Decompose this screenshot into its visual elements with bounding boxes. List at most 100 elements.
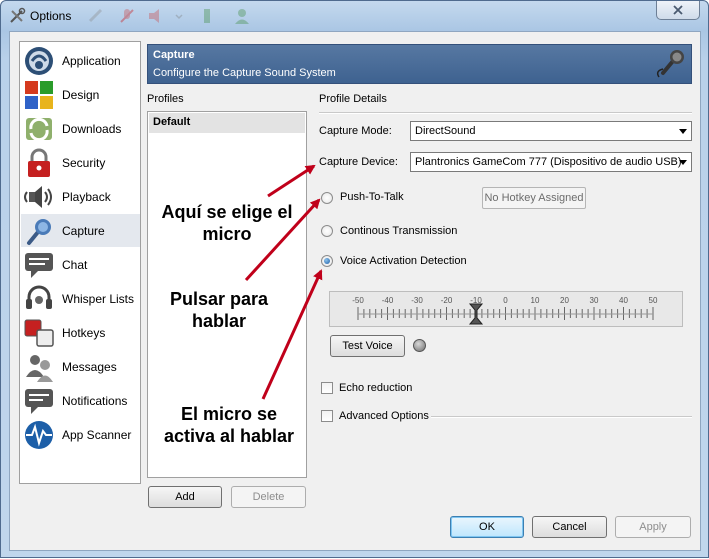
sidebar-item-messages[interactable]: Messages (21, 350, 140, 383)
voice-activation-slider[interactable]: -50 -40 -30 -20 -10 0 10 20 30 40 50 (329, 291, 683, 327)
title-bar[interactable]: Options (1, 1, 708, 31)
slider-tick-label: -20 (441, 296, 453, 305)
voice-activation-radio[interactable] (321, 255, 333, 267)
slider-tick-label: 10 (531, 296, 540, 305)
test-voice-button[interactable]: Test Voice (330, 335, 405, 357)
window-title: Options (30, 9, 72, 23)
annotation-line: Pulsar para (169, 289, 269, 309)
delete-profile-button[interactable]: Delete (231, 486, 306, 508)
capture-device-label: Capture Device: (319, 156, 398, 168)
annotation-line: micro (202, 224, 252, 244)
annotation-device: Aquí se elige el micro (151, 201, 303, 245)
chevron-down-icon (175, 14, 183, 20)
sidebar-item-label: Downloads (62, 121, 122, 136)
ok-button[interactable]: OK (450, 516, 524, 538)
echo-reduction-checkbox[interactable] (321, 382, 333, 394)
sidebar-item-label: Security (62, 155, 106, 170)
capture-device-select[interactable]: Plantronics GameCom 777 (Dispositivo de … (410, 152, 692, 172)
speaker-icon (24, 185, 52, 208)
disconnect-icon (88, 8, 103, 23)
sidebar-item-app-scanner[interactable]: App Scanner (21, 418, 140, 451)
sidebar-item-label: Messages (62, 359, 117, 374)
chevron-down-icon (679, 160, 687, 165)
padlock-icon (28, 148, 50, 177)
sidebar-item-capture[interactable]: Capture (21, 214, 140, 247)
headset-icon (26, 285, 52, 309)
profiles-label: Profiles (147, 93, 184, 105)
chevron-down-icon (679, 129, 687, 134)
sidebar-item-notifications[interactable]: Notifications (21, 384, 140, 417)
slider-tick-label: 50 (649, 296, 658, 305)
sidebar-item-downloads[interactable]: Downloads (21, 112, 140, 145)
capture-device-value: Plantronics GameCom 777 (Dispositivo de … (415, 156, 682, 168)
users-icon (26, 354, 53, 382)
page-title: Capture (153, 49, 195, 61)
apply-button[interactable]: Apply (615, 516, 691, 538)
divider (319, 112, 692, 114)
list-item[interactable]: Default (149, 113, 305, 133)
annotation-activation: El micro se activa al hablar (149, 403, 309, 447)
sidebar-item-label: Playback (62, 189, 111, 204)
mute-mic-icon (120, 9, 134, 23)
microphone-icon (656, 50, 684, 78)
sidebar-item-label: Design (62, 87, 100, 102)
download-arrows-icon (26, 117, 52, 141)
options-window: Options Application Design Downloads Sec… (0, 0, 709, 558)
sidebar-item-hotkeys[interactable]: Hotkeys (21, 316, 140, 349)
advanced-options-label: Advanced Options (339, 410, 429, 422)
push-to-talk-radio[interactable] (321, 192, 333, 204)
category-sidebar: Application Design Downloads Security Pl… (19, 41, 141, 484)
sidebar-item-chat[interactable]: Chat (21, 248, 140, 281)
continuous-transmission-radio[interactable] (321, 225, 333, 237)
capture-mode-select[interactable]: DirectSound (410, 121, 692, 141)
annotation-push-to-talk: Pulsar para hablar (159, 288, 279, 332)
slider-tick-label: -40 (382, 296, 394, 305)
sidebar-item-design[interactable]: Design (21, 78, 140, 111)
push-to-talk-label: Push-To-Talk (340, 191, 404, 203)
slider-tick-label: -30 (411, 296, 423, 305)
sidebar-item-label: Hotkeys (62, 325, 106, 340)
tools-icon (10, 7, 26, 23)
annotation-line: activa al hablar (163, 426, 295, 446)
annotation-line: hablar (191, 311, 247, 331)
capture-mode-value: DirectSound (415, 125, 476, 137)
sidebar-item-application[interactable]: Application (21, 44, 140, 77)
away-icon (204, 9, 210, 23)
add-profile-button[interactable]: Add (148, 486, 222, 508)
sidebar-item-whisper-lists[interactable]: Whisper Lists (21, 282, 140, 315)
chat-bubble-icon (25, 252, 53, 278)
slider-tick-label: 20 (560, 296, 569, 305)
voice-indicator-led (413, 339, 426, 352)
slider-tick-label: 30 (590, 296, 599, 305)
keys-icon (24, 319, 54, 347)
capture-mode-label: Capture Mode: (319, 125, 392, 137)
microphone-icon (27, 218, 51, 245)
sidebar-item-label: Application (62, 53, 121, 68)
annotation-line: El micro se (180, 404, 278, 424)
dialog-client-area: Application Design Downloads Security Pl… (9, 31, 701, 551)
slider-scale[interactable]: -50 -40 -30 -20 -10 0 10 20 30 40 50 (330, 292, 684, 328)
hotkey-assign-button[interactable]: No Hotkey Assigned (482, 187, 586, 209)
sidebar-item-security[interactable]: Security (21, 146, 140, 179)
page-header: Capture Configure the Capture Sound Syst… (147, 44, 692, 84)
wave-globe-icon (25, 420, 53, 449)
voice-activation-label: Voice Activation Detection (340, 255, 467, 267)
profile-details-label: Profile Details (319, 93, 387, 105)
sidebar-item-label: App Scanner (62, 427, 132, 442)
echo-reduction-label: Echo reduction (339, 382, 413, 394)
sidebar-item-label: Capture (62, 223, 105, 238)
cancel-button[interactable]: Cancel (532, 516, 607, 538)
sidebar-item-playback[interactable]: Playback (21, 180, 140, 213)
slider-tick-label: 40 (619, 296, 628, 305)
color-grid-icon (25, 80, 53, 109)
sidebar-item-label: Chat (62, 257, 88, 272)
advanced-options-checkbox[interactable] (321, 410, 333, 422)
close-button[interactable] (656, 1, 700, 20)
annotation-line: Aquí se elige el (161, 202, 293, 222)
mute-speaker-icon (149, 9, 159, 23)
sidebar-item-label: Whisper Lists (62, 291, 135, 306)
divider (431, 416, 692, 418)
teamspeak-logo-icon (25, 46, 53, 75)
close-icon (673, 5, 683, 15)
notification-bubble-icon (25, 388, 53, 414)
